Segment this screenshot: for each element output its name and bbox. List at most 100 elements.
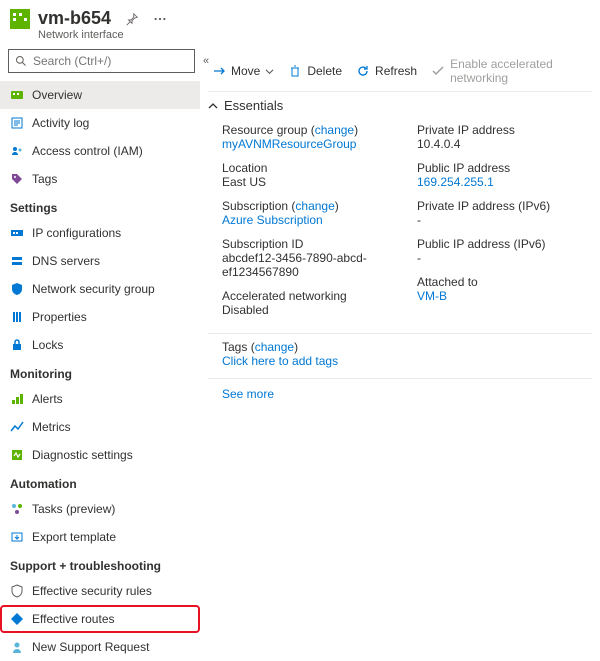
nav-activity-log[interactable]: Activity log xyxy=(0,109,200,137)
nav-section-support: Support + troubleshooting xyxy=(0,551,200,577)
cmd-label: Refresh xyxy=(375,64,417,78)
nav-diagnostic-settings[interactable]: Diagnostic settings xyxy=(0,441,200,469)
nav-network-security-group[interactable]: Network security group xyxy=(0,275,200,303)
rg-change-link[interactable]: change xyxy=(315,123,354,137)
nav-ip-configurations[interactable]: IP configurations xyxy=(0,219,200,247)
nav-dns-servers[interactable]: DNS servers xyxy=(0,247,200,275)
tags-icon xyxy=(10,172,24,186)
nav-label: Tags xyxy=(32,172,57,186)
nav-label: IP configurations xyxy=(32,226,121,240)
nav-label: Metrics xyxy=(32,420,71,434)
page-title: vm-b654 xyxy=(38,8,111,29)
refresh-icon xyxy=(356,64,370,78)
nav-access-control[interactable]: Access control (IAM) xyxy=(0,137,200,165)
menu-search[interactable] xyxy=(8,49,195,73)
nsg-icon xyxy=(10,282,24,296)
nav-tasks[interactable]: Tasks (preview) xyxy=(0,495,200,523)
nav-label: Activity log xyxy=(32,116,89,130)
properties-icon xyxy=(10,310,24,324)
nav-new-support-request[interactable]: New Support Request xyxy=(0,633,200,661)
public-ip-value[interactable]: 169.254.255.1 xyxy=(417,175,592,189)
nav-section-automation: Automation xyxy=(0,469,200,495)
nav-alerts[interactable]: Alerts xyxy=(0,385,200,413)
chevron-down-icon xyxy=(265,67,274,76)
private-ipv6-label: Private IP address (IPv6) xyxy=(417,199,592,213)
attached-to-value[interactable]: VM-B xyxy=(417,289,592,303)
nav-locks[interactable]: Locks xyxy=(0,331,200,359)
cmd-delete[interactable]: Delete xyxy=(288,64,342,78)
public-ip-label: Public IP address xyxy=(417,161,592,175)
eff-routes-icon xyxy=(10,612,24,626)
export-icon xyxy=(10,530,24,544)
chevron-up-icon xyxy=(208,101,218,111)
subid-value: abcdef12-3456-7890-abcd-ef1234567890 xyxy=(222,251,397,279)
accel-net-label: Accelerated networking xyxy=(222,289,397,303)
move-icon xyxy=(212,64,226,78)
nav-label: Effective security rules xyxy=(32,584,152,598)
cmd-label: Enable accelerated networking xyxy=(450,57,588,85)
nav-tags[interactable]: Tags xyxy=(0,165,200,193)
tasks-icon xyxy=(10,502,24,516)
nav-label: Effective routes xyxy=(32,612,115,626)
cmd-label: Delete xyxy=(307,64,342,78)
private-ip-value: 10.4.0.4 xyxy=(417,137,592,151)
nav-label: New Support Request xyxy=(32,640,149,654)
alerts-icon xyxy=(10,392,24,406)
nav-overview[interactable]: Overview xyxy=(0,81,200,109)
sub-label: Subscription xyxy=(222,199,288,213)
sub-change-link[interactable]: change xyxy=(295,199,334,213)
nav-effective-security-rules[interactable]: Effective security rules xyxy=(0,577,200,605)
activity-log-icon xyxy=(10,116,24,130)
cmd-label: Move xyxy=(231,64,260,78)
subid-label: Subscription ID xyxy=(222,237,397,251)
sub-value[interactable]: Azure Subscription xyxy=(222,213,397,227)
more-icon[interactable] xyxy=(153,12,167,26)
private-ip-label: Private IP address xyxy=(417,123,592,137)
tags-label: Tags xyxy=(222,340,247,354)
accel-net-value: Disabled xyxy=(222,303,397,317)
private-ipv6-value: - xyxy=(417,213,592,227)
rg-label: Resource group xyxy=(222,123,307,137)
nav-label: Tasks (preview) xyxy=(32,502,115,516)
location-value: East US xyxy=(222,175,397,189)
nav-properties[interactable]: Properties xyxy=(0,303,200,331)
support-icon xyxy=(10,640,24,654)
search-input[interactable] xyxy=(33,54,188,68)
ip-config-icon xyxy=(10,226,24,240)
essentials-toggle[interactable]: Essentials xyxy=(208,92,592,119)
location-label: Location xyxy=(222,161,397,175)
nav-label: Overview xyxy=(32,88,82,102)
add-tags-link[interactable]: Click here to add tags xyxy=(222,354,338,368)
nav-label: Network security group xyxy=(32,282,155,296)
dns-icon xyxy=(10,254,24,268)
nav-section-monitoring: Monitoring xyxy=(0,359,200,385)
check-icon xyxy=(431,64,445,78)
pin-icon[interactable] xyxy=(125,12,139,26)
nav-export-template[interactable]: Export template xyxy=(0,523,200,551)
attached-to-label: Attached to xyxy=(417,275,592,289)
metrics-icon xyxy=(10,420,24,434)
locks-icon xyxy=(10,338,24,352)
diagnostics-icon xyxy=(10,448,24,462)
cmd-accelerated-networking[interactable]: Enable accelerated networking xyxy=(431,57,588,85)
nic-resource-icon xyxy=(10,9,30,29)
nav-metrics[interactable]: Metrics xyxy=(0,413,200,441)
cmd-move[interactable]: Move xyxy=(212,64,274,78)
nav-label: Alerts xyxy=(32,392,63,406)
nav-label: Access control (IAM) xyxy=(32,144,143,158)
cmd-refresh[interactable]: Refresh xyxy=(356,64,417,78)
see-more-link[interactable]: See more xyxy=(222,387,274,401)
public-ipv6-value: - xyxy=(417,251,592,265)
rg-value[interactable]: myAVNMResourceGroup xyxy=(222,137,397,151)
nav-label: DNS servers xyxy=(32,254,100,268)
essentials-label: Essentials xyxy=(224,98,283,113)
nav-label: Locks xyxy=(32,338,63,352)
nav-effective-routes[interactable]: Effective routes xyxy=(0,605,200,633)
eff-security-icon xyxy=(10,584,24,598)
iam-icon xyxy=(10,144,24,158)
nav-label: Export template xyxy=(32,530,116,544)
nav-section-settings: Settings xyxy=(0,193,200,219)
tags-change-link[interactable]: change xyxy=(255,340,294,354)
nav-label: Diagnostic settings xyxy=(32,448,133,462)
search-icon xyxy=(15,55,27,67)
